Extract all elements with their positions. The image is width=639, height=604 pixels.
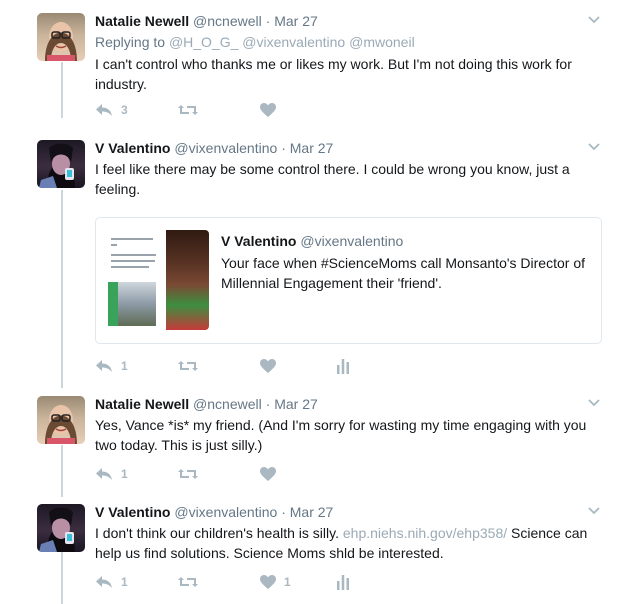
reply-icon bbox=[96, 104, 112, 116]
separator-dot: · bbox=[265, 396, 271, 412]
tweet-text: I can't control who thanks me or likes m… bbox=[95, 56, 572, 92]
author-handle[interactable]: @ncnewell bbox=[193, 13, 262, 29]
reply-button[interactable]: 3 bbox=[95, 100, 128, 120]
retweet-icon bbox=[178, 577, 198, 587]
separator-dot: · bbox=[281, 140, 286, 156]
separator-dot: · bbox=[281, 504, 286, 520]
author-name[interactable]: V Valentino bbox=[95, 504, 170, 520]
tweet-header: V Valentino @vixenvalentino · Mar 27 bbox=[95, 503, 601, 521]
thread-line bbox=[61, 190, 63, 388]
chevron-down-icon[interactable] bbox=[587, 13, 601, 27]
reply-button[interactable]: 1 bbox=[95, 464, 128, 484]
timestamp[interactable]: Mar 27 bbox=[274, 396, 318, 412]
quoted-author-handle: @vixenvalentino bbox=[300, 233, 404, 249]
reply-icon bbox=[96, 576, 112, 588]
like-icon bbox=[260, 103, 276, 117]
timestamp[interactable]: Mar 27 bbox=[290, 140, 334, 156]
reply-count: 1 bbox=[121, 575, 128, 589]
reply-count: 1 bbox=[121, 467, 128, 481]
tweet-body: V Valentino @vixenvalentino · Mar 27 I d… bbox=[95, 503, 601, 563]
author-handle[interactable]: @vixenvalentino bbox=[174, 504, 277, 520]
quoted-tweet-body: V Valentino @vixenvalentino Your face wh… bbox=[221, 232, 587, 293]
analytics-icon bbox=[337, 575, 349, 590]
like-button[interactable] bbox=[260, 356, 284, 376]
replying-mentions[interactable]: @H_O_G_ @vixenvalentino @mwoneil bbox=[169, 34, 415, 50]
timestamp[interactable]: Mar 27 bbox=[274, 13, 318, 29]
analytics-icon bbox=[337, 359, 349, 374]
tweet-link[interactable]: ehp.niehs.nih.gov/ehp358/ bbox=[343, 525, 507, 541]
retweet-button[interactable] bbox=[177, 100, 207, 120]
chevron-down-icon[interactable] bbox=[587, 140, 601, 154]
author-handle[interactable]: @ncnewell bbox=[193, 396, 262, 412]
reply-icon bbox=[96, 360, 112, 372]
tweet-header: V Valentino @vixenvalentino · Mar 27 bbox=[95, 139, 601, 157]
reply-icon bbox=[96, 468, 112, 480]
avatar[interactable] bbox=[37, 13, 85, 61]
retweet-icon bbox=[178, 361, 198, 371]
thread-line bbox=[61, 552, 63, 604]
avatar[interactable] bbox=[37, 396, 85, 444]
analytics-button[interactable] bbox=[336, 572, 350, 592]
quoted-author-name: V Valentino bbox=[221, 233, 297, 249]
author-name[interactable]: Natalie Newell bbox=[95, 13, 189, 29]
tweet-text: Yes, Vance *is* my friend. (And I'm sorr… bbox=[95, 417, 587, 453]
timestamp[interactable]: Mar 27 bbox=[290, 504, 334, 520]
like-icon bbox=[260, 575, 276, 589]
tweet-body: Natalie Newell @ncnewell · Mar 27 Replyi… bbox=[95, 12, 601, 94]
reply-button[interactable]: 1 bbox=[95, 356, 128, 376]
reply-count: 3 bbox=[121, 103, 128, 117]
like-count: 1 bbox=[284, 575, 291, 589]
like-icon bbox=[260, 359, 276, 373]
separator-dot: · bbox=[265, 13, 271, 29]
retweet-icon bbox=[178, 105, 198, 115]
quoted-tweet-header: V Valentino @vixenvalentino bbox=[221, 232, 587, 250]
chevron-down-icon[interactable] bbox=[587, 504, 601, 518]
reply-button[interactable]: 1 bbox=[95, 572, 128, 592]
quoted-tweet[interactable]: V Valentino @vixenvalentino Your face wh… bbox=[95, 217, 602, 344]
tweet-body: Natalie Newell @ncnewell · Mar 27 Yes, V… bbox=[95, 395, 601, 455]
author-handle[interactable]: @vixenvalentino bbox=[174, 140, 277, 156]
tweet-text: I feel like there may be some control th… bbox=[95, 161, 570, 197]
like-button[interactable] bbox=[260, 464, 284, 484]
tweet-body: V Valentino @vixenvalentino · Mar 27 I f… bbox=[95, 139, 601, 199]
retweet-icon bbox=[178, 469, 198, 479]
chevron-down-icon[interactable] bbox=[587, 396, 601, 410]
retweet-button[interactable] bbox=[177, 572, 207, 592]
like-icon bbox=[260, 467, 276, 481]
like-button[interactable] bbox=[260, 100, 284, 120]
avatar[interactable] bbox=[37, 504, 85, 552]
tweet-header: Natalie Newell @ncnewell · Mar 27 bbox=[95, 395, 601, 413]
retweet-button[interactable] bbox=[177, 464, 207, 484]
analytics-button[interactable] bbox=[336, 356, 350, 376]
replying-label: Replying to bbox=[95, 34, 166, 50]
quoted-media-thumbnail bbox=[108, 230, 209, 330]
quoted-tweet-text: Your face when #ScienceMoms call Monsant… bbox=[221, 255, 585, 291]
tweet-header: Natalie Newell @ncnewell · Mar 27 bbox=[95, 12, 601, 30]
retweet-button[interactable] bbox=[177, 356, 207, 376]
tweet-text-part: I don't think our children's health is s… bbox=[95, 525, 339, 541]
author-name[interactable]: V Valentino bbox=[95, 140, 170, 156]
replying-to: Replying to @H_O_G_ @vixenvalentino @mwo… bbox=[95, 32, 601, 52]
thread-line bbox=[61, 62, 63, 118]
like-button[interactable]: 1 bbox=[260, 572, 291, 592]
reply-count: 1 bbox=[121, 359, 128, 373]
avatar[interactable] bbox=[37, 140, 85, 188]
tweet-text: I don't think our children's health is s… bbox=[95, 523, 601, 563]
thread-line bbox=[61, 445, 63, 497]
author-name[interactable]: Natalie Newell bbox=[95, 396, 189, 412]
